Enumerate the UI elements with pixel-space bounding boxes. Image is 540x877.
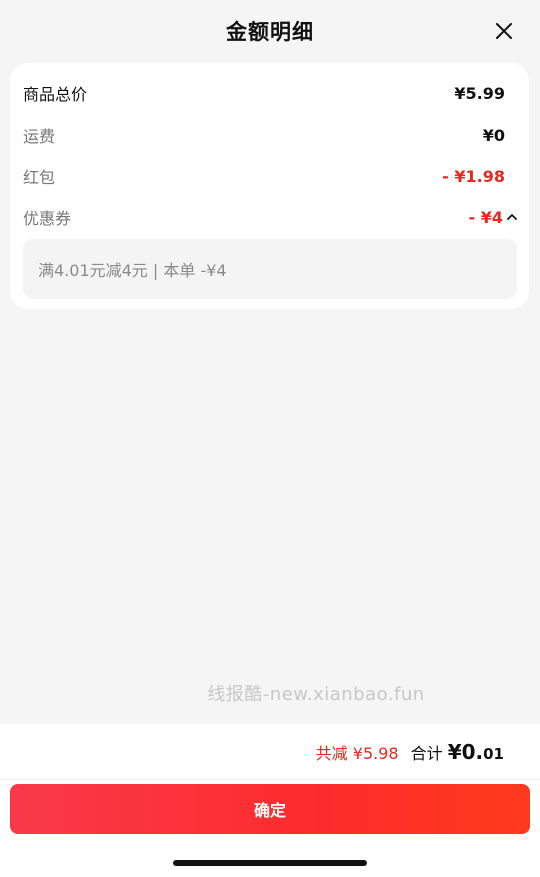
home-indicator bbox=[173, 860, 367, 866]
divider bbox=[0, 779, 540, 780]
shipping-value: ¥0 bbox=[482, 125, 505, 145]
savings-text: 共减 ¥5.98 bbox=[315, 744, 399, 763]
chevron-up-icon bbox=[507, 214, 517, 220]
shipping-row: 运费 ¥0 bbox=[23, 123, 505, 147]
total-price-value: ¥5.99 bbox=[454, 83, 505, 103]
total-amount: 合计 ¥0.01 bbox=[411, 740, 504, 764]
coupon-label: 优惠券 bbox=[23, 209, 72, 228]
price-breakdown-card: 商品总价 ¥5.99 运费 ¥0 红包 - ¥1.98 优惠券 - ¥4 满4.… bbox=[10, 63, 529, 309]
coupon-row[interactable]: 优惠券 - ¥4 bbox=[23, 205, 517, 229]
sheet-title: 金额明细 bbox=[226, 20, 314, 44]
total-price-label: 商品总价 bbox=[23, 85, 88, 104]
watermark: 线报酷-new.xianbao.fun bbox=[207, 684, 425, 705]
close-button[interactable] bbox=[492, 19, 516, 43]
red-packet-row: 红包 - ¥1.98 bbox=[23, 164, 505, 188]
order-summary: 共减 ¥5.98 合计 ¥0.01 bbox=[316, 740, 504, 766]
total-label: 合计 bbox=[410, 744, 443, 763]
red-packet-label: 红包 bbox=[23, 168, 56, 187]
total-integer: ¥0. bbox=[447, 740, 484, 764]
confirm-button[interactable]: 确定 bbox=[10, 784, 530, 834]
close-icon bbox=[496, 23, 512, 39]
shipping-label: 运费 bbox=[23, 127, 56, 146]
coupon-detail-text: 满4.01元减4元 | 本单 -¥4 bbox=[38, 261, 227, 280]
coupon-toggle[interactable]: - ¥4 bbox=[468, 207, 517, 227]
coupon-detail: 满4.01元减4元 | 本单 -¥4 bbox=[23, 239, 517, 299]
coupon-value: - ¥4 bbox=[468, 207, 503, 227]
total-decimal: 01 bbox=[483, 745, 504, 763]
amount-detail-sheet: 金额明细 商品总价 ¥5.99 运费 ¥0 红包 - ¥1.98 优惠券 - ¥… bbox=[0, 0, 540, 877]
sheet-header: 金额明细 bbox=[0, 0, 540, 62]
red-packet-value: - ¥1.98 bbox=[442, 166, 505, 186]
total-price-row: 商品总价 ¥5.99 bbox=[23, 81, 505, 105]
bottom-bar: 共减 ¥5.98 合计 ¥0.01 确定 bbox=[0, 724, 540, 877]
